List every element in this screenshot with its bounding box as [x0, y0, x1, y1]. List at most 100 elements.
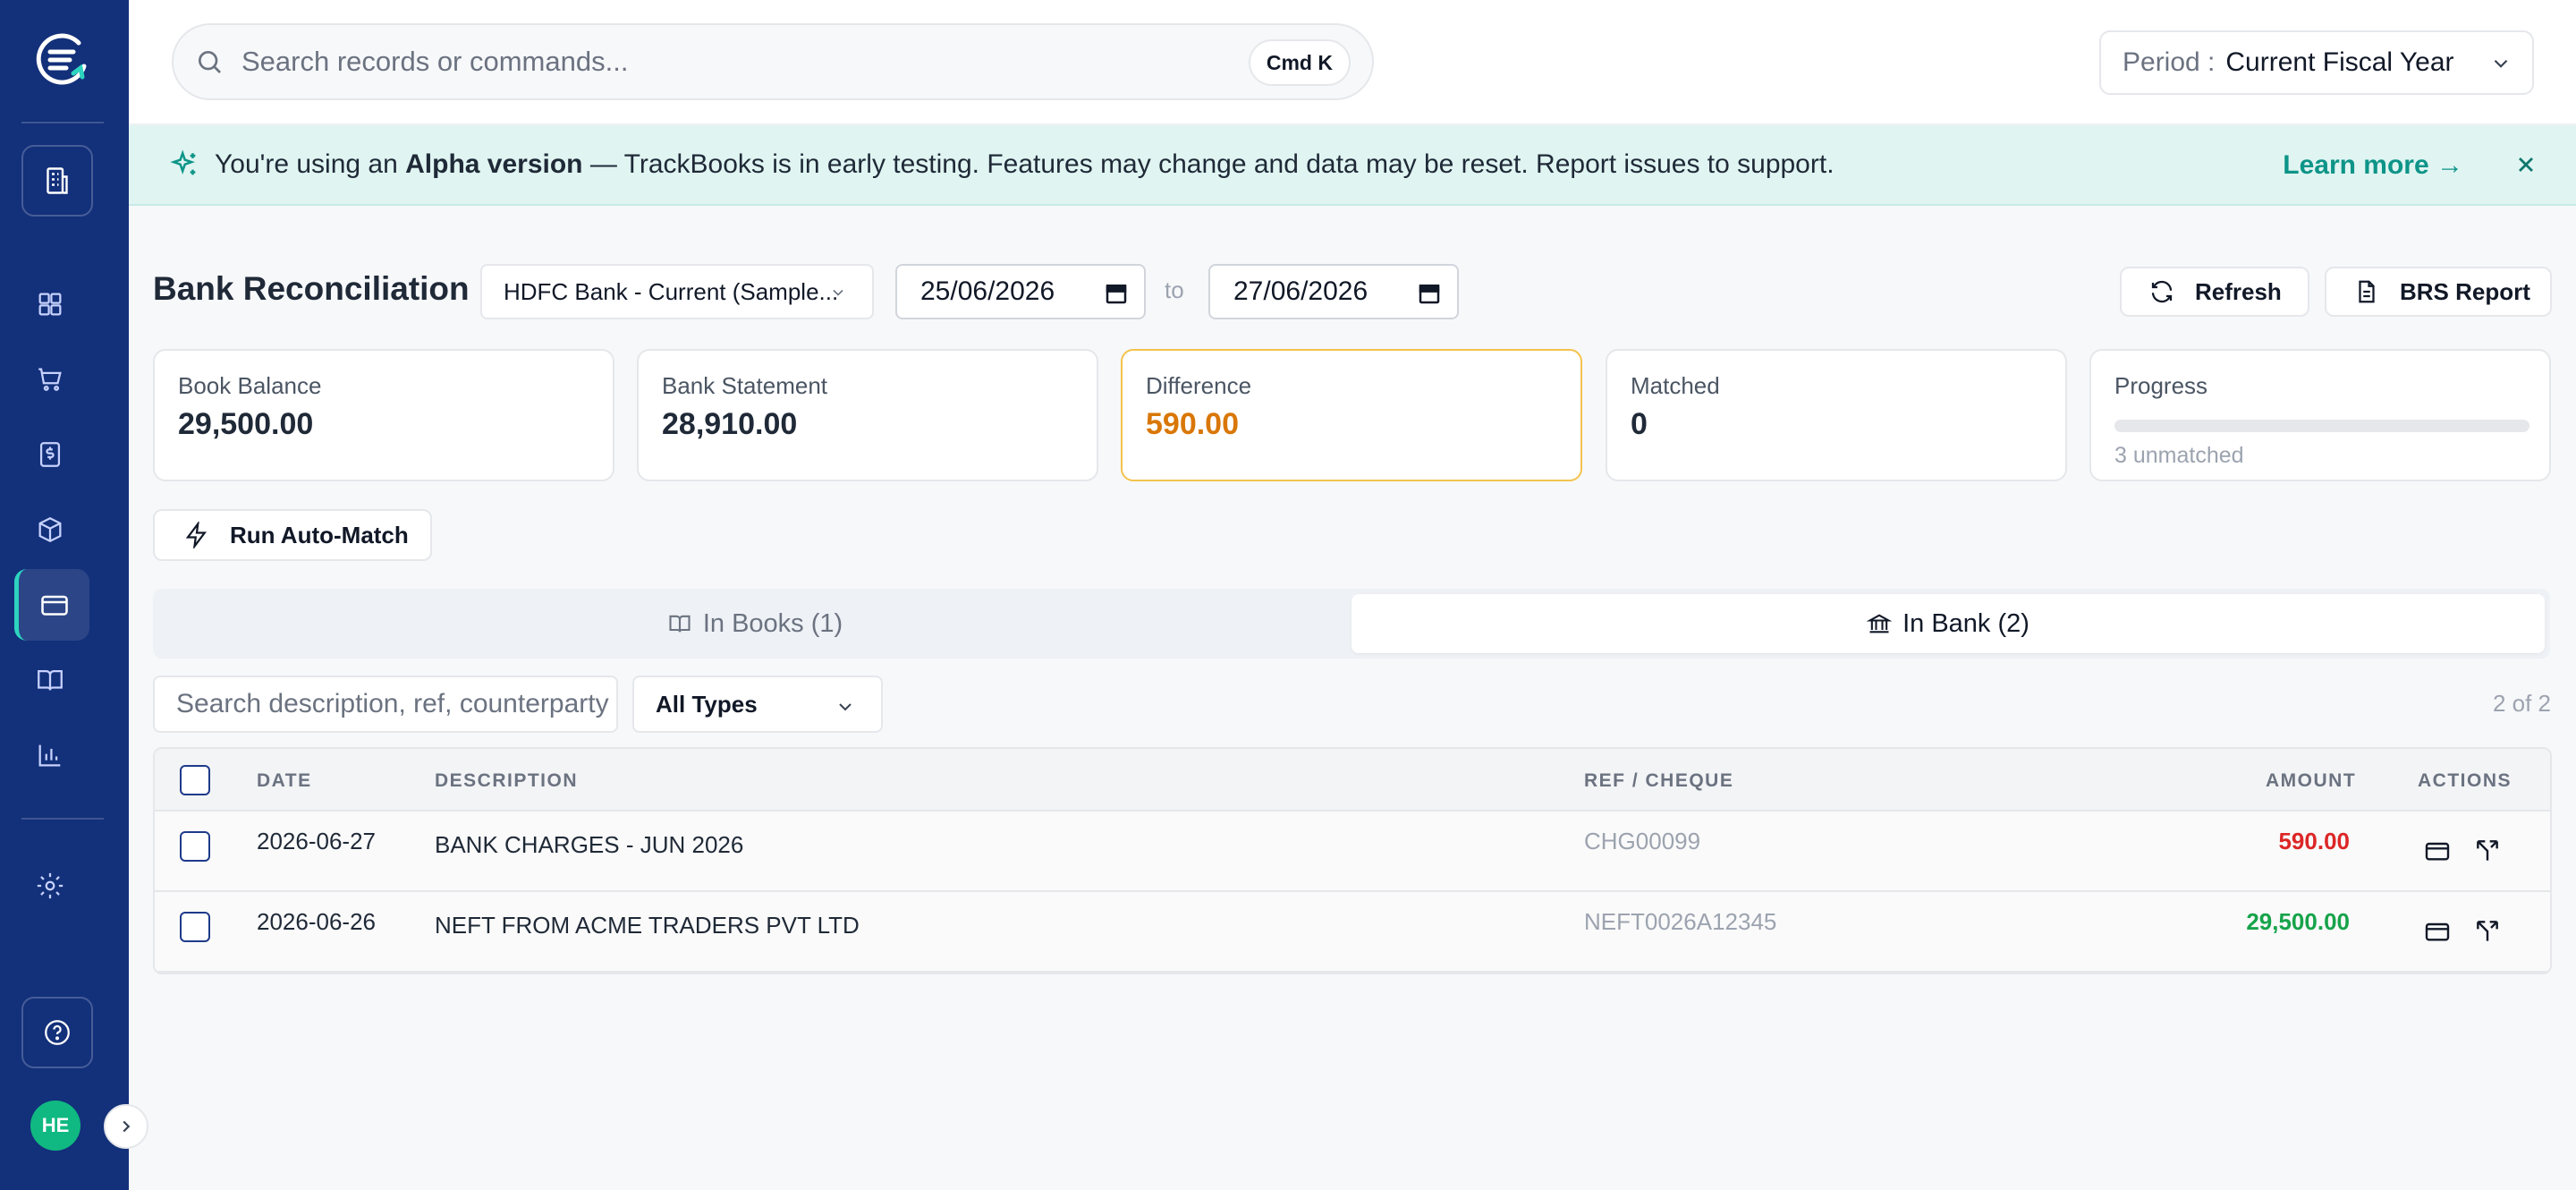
document-icon [2359, 280, 2375, 303]
dollar-doc-icon [39, 442, 61, 467]
row-checkbox[interactable] [180, 912, 210, 942]
transactions-table: DATE DESCRIPTION REF / CHEQUE AMOUNT ACT… [153, 747, 2552, 974]
difference-card: Difference 590.00 [1121, 349, 1582, 481]
merge-icon [2477, 921, 2498, 941]
sidebar-item-purchases[interactable] [25, 354, 75, 404]
refresh-label: Refresh [2195, 277, 2282, 305]
result-count: 2 of 2 [2492, 690, 2551, 717]
sparkles-icon [170, 149, 196, 175]
bank-account-select[interactable]: HDFC Bank - Current (Sample... [480, 264, 874, 319]
search-icon [199, 51, 221, 73]
sidebar-item-banking[interactable] [14, 569, 89, 641]
progress-bar [2114, 420, 2529, 432]
sidebar-divider [21, 818, 104, 820]
create-entry-button[interactable] [2419, 833, 2455, 869]
create-entry-button[interactable] [2419, 914, 2455, 949]
grid-icon [38, 293, 62, 316]
learn-more-link[interactable]: Learn more → [2283, 150, 2463, 181]
brs-report-button[interactable]: BRS Report [2325, 267, 2552, 317]
sidebar: HE [0, 0, 129, 1190]
type-filter-select[interactable]: All Types [632, 676, 883, 733]
row-ref: NEFT0026A12345 [1584, 908, 1777, 935]
lightning-icon [185, 522, 207, 548]
sidebar-item-reports[interactable] [25, 730, 75, 780]
top-bar: Search records or commands... Cmd K Peri… [129, 0, 2576, 125]
table-row[interactable]: 2026-06-27 BANK CHARGES - JUN 2026 CHG00… [155, 812, 2550, 892]
bank-statement-card: Bank Statement 28,910.00 [637, 349, 1098, 481]
transactions-search-input[interactable]: Search description, ref, counterparty [153, 676, 618, 733]
sidebar-item-dashboard[interactable] [25, 279, 75, 329]
book-balance-card: Book Balance 29,500.00 [153, 349, 614, 481]
card-label: Difference [1146, 372, 1252, 399]
match-button[interactable] [2470, 833, 2505, 869]
sidebar-item-settings[interactable] [25, 861, 75, 911]
company-switcher[interactable] [21, 145, 93, 217]
date-from-input[interactable]: 25/06/2026 [895, 264, 1146, 319]
header-ref[interactable]: REF / CHEQUE [1584, 770, 1733, 792]
shortcut-badge: Cmd K [1248, 39, 1351, 86]
banner-bold: Alpha version [405, 149, 583, 179]
card-value: 28,910.00 [662, 407, 798, 441]
matched-card: Matched 0 [1606, 349, 2067, 481]
calendar-icon[interactable] [1103, 280, 1130, 307]
user-avatar[interactable]: HE [30, 1101, 80, 1151]
sidebar-item-ledger[interactable] [25, 655, 75, 705]
match-button[interactable] [2470, 914, 2505, 949]
tab-label: In Books (1) [702, 608, 843, 638]
tab-in-bank[interactable]: In Bank (2) [1352, 594, 2545, 653]
credit-card-icon [2425, 842, 2450, 861]
row-description: BANK CHARGES - JUN 2026 [435, 831, 744, 858]
date-separator: to [1165, 276, 1184, 303]
refresh-button[interactable]: Refresh [2120, 267, 2309, 317]
avatar-initials: HE [41, 1114, 70, 1136]
alpha-banner: You're using an Alpha version — TrackBoo… [129, 125, 2576, 206]
banner-close-button[interactable] [2508, 147, 2544, 183]
sidebar-item-invoices[interactable] [25, 429, 75, 480]
card-label: Matched [1631, 372, 1720, 399]
header-amount[interactable]: AMOUNT [2266, 770, 2355, 792]
chevron-down-icon [839, 703, 852, 711]
help-icon [45, 1020, 70, 1045]
row-amount: 29,500.00 [2246, 908, 2350, 935]
credit-card-icon [2425, 922, 2450, 941]
card-value: 29,500.00 [178, 407, 314, 441]
gear-icon [37, 872, 64, 899]
type-filter-value: All Types [656, 690, 758, 718]
bar-chart-icon [38, 744, 61, 767]
header-date[interactable]: DATE [257, 770, 312, 792]
card-label: Book Balance [178, 372, 322, 399]
calendar-icon[interactable] [1416, 280, 1443, 307]
period-select[interactable]: Period : Current Fiscal Year [2099, 30, 2534, 95]
select-all-checkbox[interactable] [180, 765, 210, 795]
close-icon [2519, 157, 2533, 172]
period-label: Period : [2123, 47, 2216, 77]
row-checkbox[interactable] [180, 831, 210, 862]
chevron-right-icon [123, 1120, 131, 1133]
app-logo[interactable] [32, 30, 91, 89]
merge-icon [2477, 840, 2498, 861]
tab-in-books[interactable]: In Books (1) [158, 594, 1352, 653]
run-auto-match-button[interactable]: Run Auto-Match [153, 509, 432, 561]
sidebar-item-inventory[interactable] [25, 505, 75, 555]
expand-sidebar-button[interactable] [104, 1104, 148, 1149]
tab-label: In Bank (2) [1902, 608, 2029, 638]
page-title: Bank Reconciliation [153, 270, 470, 307]
progress-card: Progress 3 unmatched [2089, 349, 2551, 481]
date-to-input[interactable]: 27/06/2026 [1208, 264, 1459, 319]
credit-card-icon [40, 595, 68, 616]
header-description[interactable]: DESCRIPTION [435, 770, 578, 792]
chevron-down-icon [833, 289, 843, 296]
book-open-icon [38, 669, 63, 691]
card-value: 0 [1631, 407, 1648, 441]
search-placeholder: Search records or commands... [242, 46, 629, 77]
refresh-icon [2151, 280, 2173, 303]
row-date: 2026-06-26 [257, 908, 376, 935]
card-label: Bank Statement [662, 372, 827, 399]
global-search[interactable]: Search records or commands... Cmd K [172, 23, 1374, 100]
header-actions: ACTIONS [2418, 770, 2512, 791]
row-date: 2026-06-27 [257, 828, 376, 854]
help-button[interactable] [21, 997, 93, 1068]
box-icon [38, 516, 62, 543]
table-row[interactable]: 2026-06-26 NEFT FROM ACME TRADERS PVT LT… [155, 892, 2550, 973]
table-header: DATE DESCRIPTION REF / CHEQUE AMOUNT ACT… [155, 749, 2550, 812]
